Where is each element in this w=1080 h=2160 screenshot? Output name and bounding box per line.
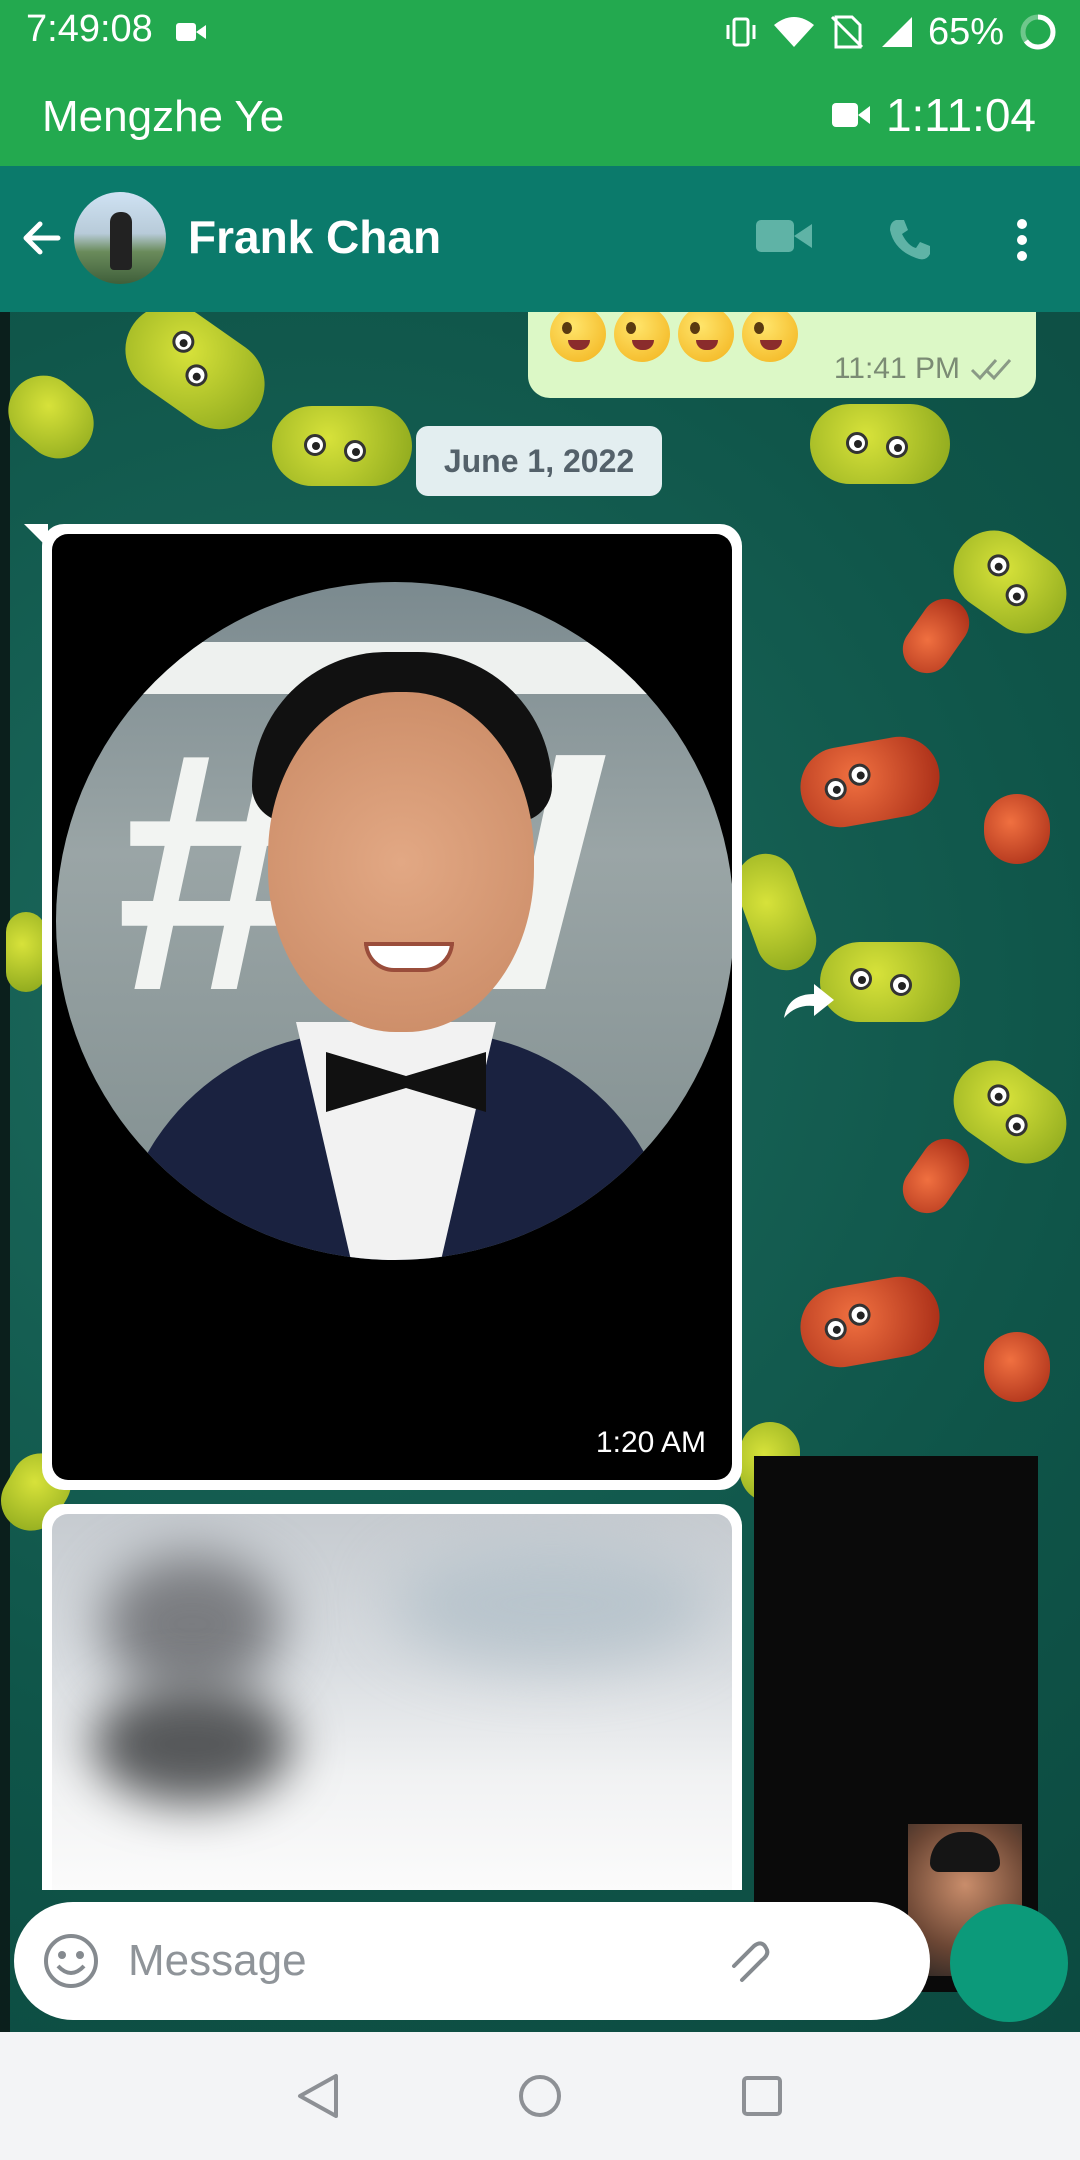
nav-back-icon[interactable] xyxy=(296,2072,340,2120)
video-record-icon xyxy=(176,23,206,41)
send-fab[interactable] xyxy=(950,1904,1068,2022)
wallpaper-bacteria xyxy=(984,1332,1050,1402)
wallpaper-bacteria xyxy=(0,361,108,473)
contact-avatar[interactable] xyxy=(74,192,166,284)
chat-header: Frank Chan xyxy=(0,166,1080,312)
message-meta: 11:41 PM xyxy=(834,352,1014,386)
call-duration-text: 1:11:04 xyxy=(885,89,1036,141)
zany-face-emoji xyxy=(614,312,670,362)
phone-call-icon[interactable] xyxy=(886,216,934,264)
blurred-image-preview[interactable] xyxy=(52,1514,732,1890)
wallpaper-bacteria xyxy=(6,912,46,992)
signal-icon xyxy=(881,17,912,47)
zany-face-emoji xyxy=(742,312,798,362)
message-input[interactable]: Message xyxy=(128,1936,307,1986)
wallpaper-bacteria xyxy=(984,794,1050,864)
status-bar: 7:49:08 65% xyxy=(0,0,1080,62)
message-time: 11:41 PM xyxy=(833,352,960,385)
video-call-icon[interactable] xyxy=(756,216,812,256)
status-time: 7:49:08 xyxy=(26,8,153,50)
zany-face-emoji xyxy=(550,312,606,362)
nav-recents-icon[interactable] xyxy=(740,2072,784,2120)
wallpaper-bacteria xyxy=(794,730,946,834)
wallpaper-bacteria xyxy=(893,589,979,683)
more-vert-icon[interactable] xyxy=(1012,216,1032,264)
attach-icon[interactable] xyxy=(720,1936,774,1990)
wallpaper-bacteria xyxy=(820,942,960,1022)
incoming-image-message[interactable]: #W 1:20 AM xyxy=(24,524,742,1490)
ongoing-call-banner[interactable]: Mengzhe Ye 1:11:04 xyxy=(0,62,1080,166)
bubble-tail xyxy=(24,524,48,548)
zany-face-emoji xyxy=(678,312,734,362)
left-edge xyxy=(0,312,10,2032)
wallpaper-bacteria xyxy=(272,406,412,486)
outgoing-message[interactable]: 11:41 PM xyxy=(528,312,1036,398)
no-sim-icon xyxy=(830,15,863,49)
wallpaper-bacteria xyxy=(794,1270,946,1374)
call-duration: 1:11:04 xyxy=(831,88,1036,142)
nav-home-icon[interactable] xyxy=(516,2072,564,2120)
call-banner-name: Mengzhe Ye xyxy=(42,92,285,141)
emoji-row xyxy=(550,312,798,362)
battery-ring-icon xyxy=(1020,14,1056,50)
image-message-time: 1:20 AM xyxy=(595,1426,706,1459)
message-input-bar[interactable]: Message xyxy=(14,1902,930,2020)
battery-percent: 65% xyxy=(927,10,1004,53)
status-right: 65% xyxy=(724,8,1058,56)
portrait-photo: #W xyxy=(56,582,732,1260)
vibrate-icon xyxy=(726,17,756,47)
date-divider: June 1, 2022 xyxy=(416,426,662,496)
system-nav-bar xyxy=(0,2032,1080,2160)
forward-icon[interactable] xyxy=(780,980,836,1020)
back-arrow-icon[interactable] xyxy=(18,214,66,262)
double-check-icon xyxy=(970,359,1012,381)
incoming-image-message-2[interactable] xyxy=(42,1504,742,1890)
video-camera-icon xyxy=(831,103,870,127)
wallpaper-bacteria xyxy=(893,1129,979,1223)
wallpaper-bacteria xyxy=(107,312,283,447)
contact-name[interactable]: Frank Chan xyxy=(188,210,441,264)
wifi-icon xyxy=(773,17,814,47)
wallpaper-bacteria xyxy=(810,404,950,484)
image-preview[interactable]: #W 1:20 AM xyxy=(52,534,732,1480)
emoji-icon[interactable] xyxy=(42,1932,100,1990)
